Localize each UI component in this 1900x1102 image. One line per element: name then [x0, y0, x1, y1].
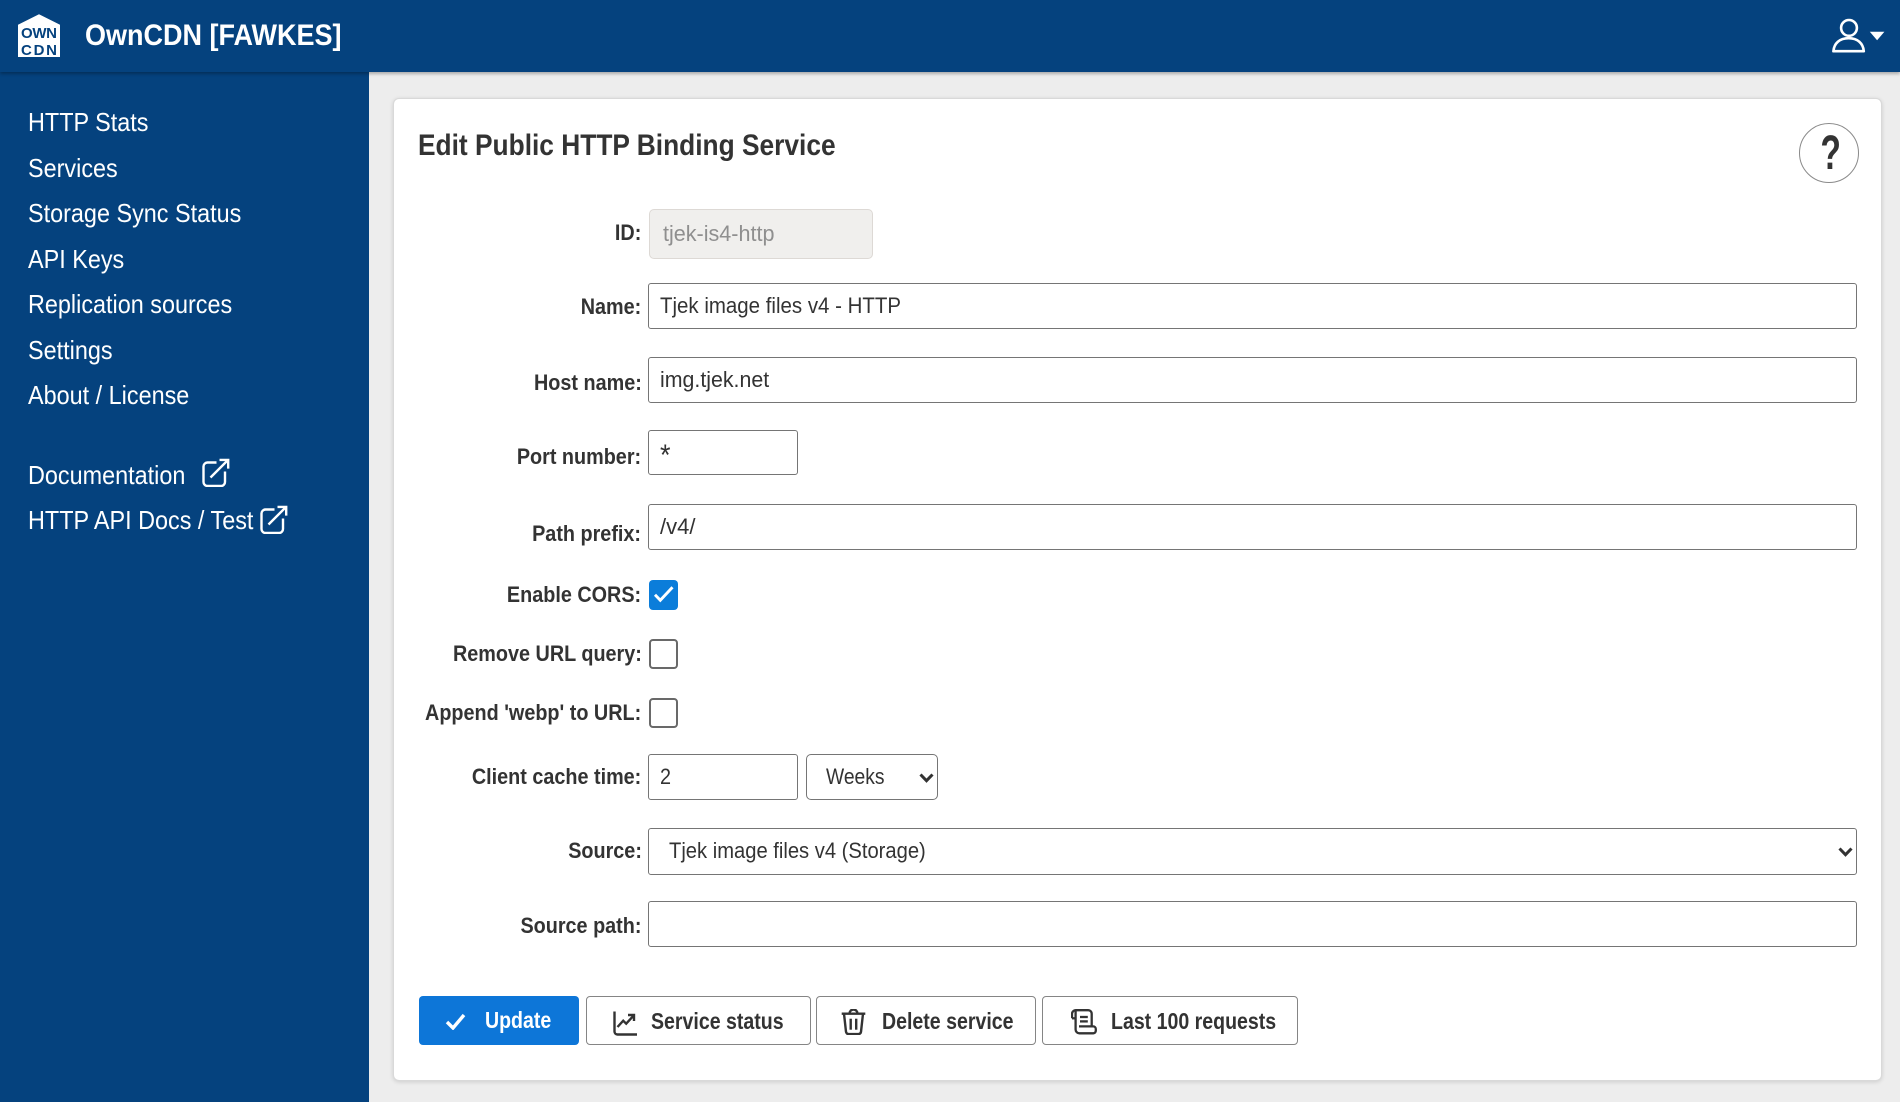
svg-text:OWN: OWN: [21, 25, 57, 42]
svg-text:CDN: CDN: [21, 42, 57, 57]
